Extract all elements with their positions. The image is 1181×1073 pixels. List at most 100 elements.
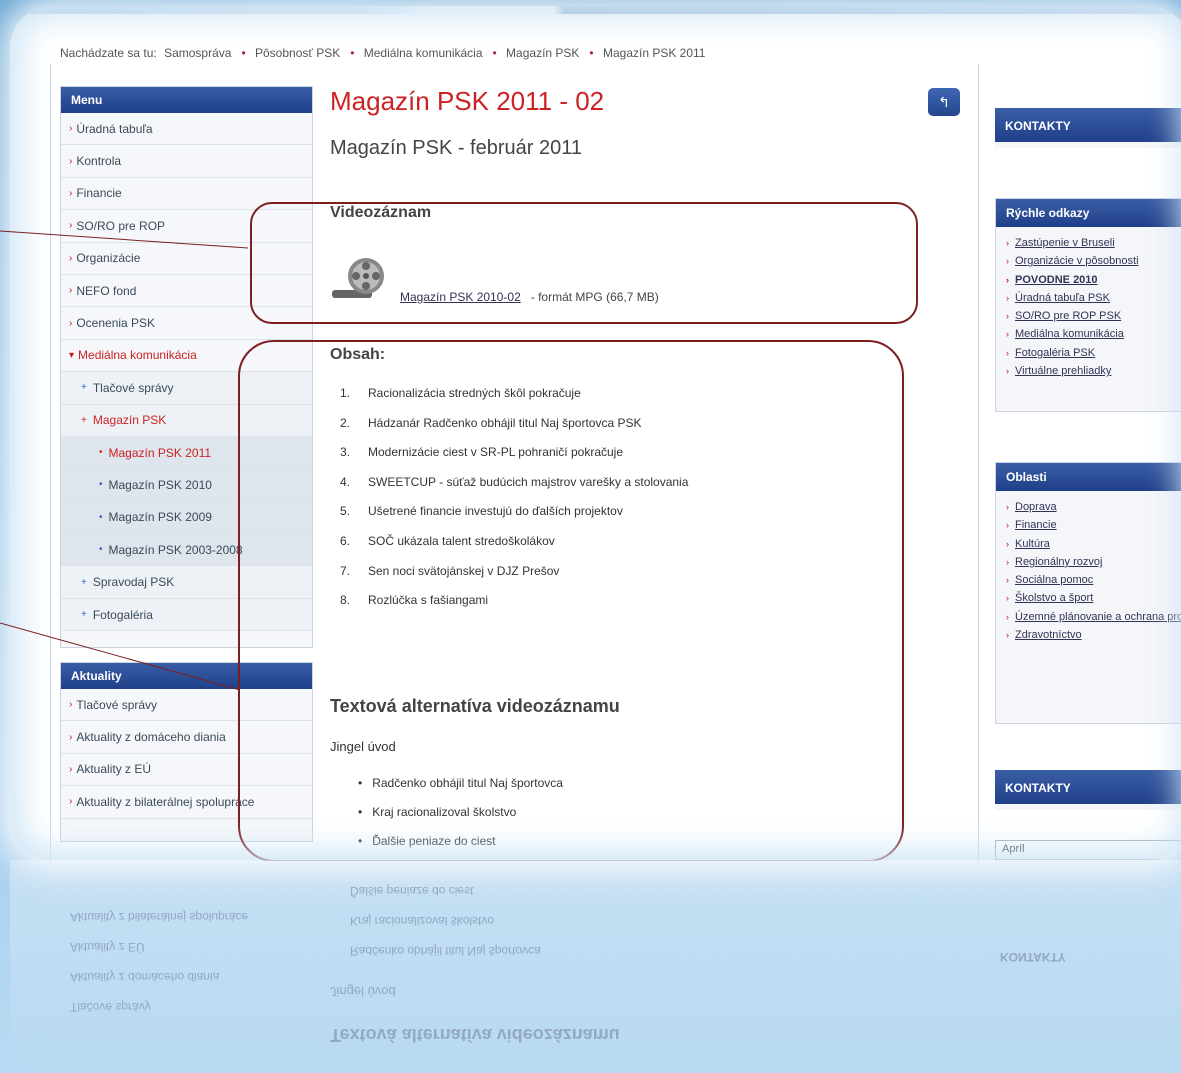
plus-icon: +: [81, 609, 87, 621]
chevron-right-icon: ›: [1006, 520, 1009, 531]
back-button[interactable]: ↰: [928, 88, 960, 116]
chevron-right-icon: ›: [1006, 366, 1009, 377]
reflection-text: Aktuality z EÚ: [70, 940, 145, 954]
reflection-text: Aktuality z domáceho diania: [70, 970, 220, 984]
reflection-text: KONTAKTY: [1000, 950, 1066, 964]
menu-item-label: Fotogaléria: [92, 607, 153, 622]
chevron-right-icon: ›: [69, 317, 73, 329]
plus-icon: +: [81, 414, 87, 426]
breadcrumb-prefix: Nachádzate sa tu:: [60, 46, 157, 60]
chevron-right-icon: ›: [69, 155, 73, 167]
menu-item-label: Organizácie: [76, 251, 141, 266]
breadcrumb-item[interactable]: Magazín PSK: [506, 46, 579, 60]
contacts2-title[interactable]: KONTAKTY: [995, 770, 1181, 804]
chevron-right-icon: ›: [1006, 502, 1009, 512]
menu-item-label: Magazín PSK 2009: [108, 510, 212, 525]
main-content: Magazín PSK 2011 - 02 Magazín PSK - febr…: [330, 86, 910, 160]
chevron-right-icon: ›: [1006, 329, 1009, 340]
area-link[interactable]: › Financie: [996, 519, 1181, 537]
plus-icon: +: [81, 576, 87, 588]
caret-down-icon: ▾: [69, 349, 75, 361]
chevron-right-icon: ›: [69, 123, 73, 135]
back-arrow-icon: ↰: [938, 94, 950, 110]
menu-item-label: Mediálna komunikácia: [78, 348, 197, 363]
menu-item-label: Financie: [76, 186, 122, 201]
chevron-right-icon: ›: [1006, 311, 1009, 322]
link-label: POVODNE 2010: [1015, 273, 1098, 286]
reflection-text: Tlačové správy: [70, 1000, 151, 1014]
link-label: Regionálny rozvoj: [1015, 555, 1103, 568]
chevron-right-icon: ›: [1006, 556, 1009, 567]
breadcrumb-item[interactable]: Pôsobnosť PSK: [255, 46, 340, 60]
link-label: Úradná tabuľa PSK: [1015, 291, 1110, 304]
reflection-text: Radčenko obhájil titul Naj športovca: [350, 944, 541, 958]
chevron-right-icon: ›: [1006, 347, 1009, 358]
chevron-right-icon: ›: [1006, 593, 1009, 604]
chevron-right-icon: ›: [1006, 575, 1009, 586]
quick-links-panel: Rýchle odkazy › Zastúpenie v Bruseli › Orga…: [995, 198, 1181, 412]
quick-link[interactable]: › Organizácie v pôsobnosti: [996, 255, 1181, 273]
plus-icon: +: [81, 382, 87, 394]
link-label: Organizácie v pôsobnosti: [1015, 255, 1139, 268]
menu-item-label: Tlačové správy: [92, 380, 174, 395]
reflection-text: Aktuality z bilaterálnej spolupráce: [70, 910, 249, 924]
area-link[interactable]: › Doprava: [996, 501, 1181, 519]
quick-link[interactable]: › Virtuálne prehliadky: [996, 365, 1181, 383]
chevron-right-icon: ›: [69, 187, 73, 199]
link-label: Kultúra: [1015, 537, 1050, 550]
area-link[interactable]: › Kultúra: [996, 538, 1181, 556]
menu-item[interactable]: › Kontrola: [61, 145, 312, 178]
areas-title: Oblasti: [996, 463, 1181, 491]
quick-link[interactable]: › SO/RO pre ROP PSK: [996, 310, 1181, 328]
area-link[interactable]: › Územné plánovanie a ochrana prostredia: [996, 611, 1181, 629]
chevron-right-icon: ›: [1006, 630, 1009, 641]
areas-panel: Oblasti › Doprava › Financie › Kultúra › Region…: [995, 462, 1181, 724]
news-item-label: Aktuality z bilaterálnej spolupráce: [76, 794, 255, 809]
chevron-right-icon: ›: [1006, 611, 1009, 622]
menu-item[interactable]: › Úradná tabuľa: [61, 113, 312, 146]
contacts-title[interactable]: KONTAKTY: [995, 108, 1181, 142]
bullet-icon: •: [99, 479, 103, 491]
quick-link[interactable]: › Mediálna komunikácia: [996, 328, 1181, 346]
menu-item-label: Úradná tabuľa: [76, 121, 153, 136]
chevron-right-icon: ›: [69, 763, 73, 775]
link-label: Školstvo a šport: [1015, 592, 1094, 605]
menu-item-label: Spravodaj PSK: [92, 575, 175, 590]
menu-item-label: SO/RO pre ROP: [76, 218, 166, 233]
quick-link[interactable]: › Úradná tabuľa PSK: [996, 292, 1181, 310]
contacts-panel: KONTAKTY: [995, 108, 1181, 148]
chevron-right-icon: ›: [69, 285, 73, 297]
link-label: Územné plánovanie a ochrana prostredia: [1015, 610, 1181, 623]
area-link[interactable]: › Sociálna pomoc: [996, 574, 1181, 592]
quick-link[interactable]: › Fotogaléria PSK: [996, 347, 1181, 365]
breadcrumb-item[interactable]: Samospráva: [164, 46, 231, 60]
quick-link[interactable]: › POVODNE 2010: [996, 274, 1181, 292]
screenshot-reflection: Aktuality z bilaterálnej spolupráce Aktu…: [10, 860, 1181, 1073]
news-item-label: Tlačové správy: [76, 697, 158, 712]
area-link[interactable]: › Regionálny rozvoj: [996, 556, 1181, 574]
area-link[interactable]: › Zdravotníctvo: [996, 629, 1181, 647]
browser-screenshot: Nachádzate sa tu: Samospráva • Pôsobnosť …: [10, 6, 1181, 861]
quick-links-list: › Zastúpenie v Bruseli › Organizácie v pôso…: [996, 227, 1181, 383]
chevron-right-icon: ›: [1006, 256, 1009, 267]
reflection-text: Jingel úvod: [330, 984, 396, 999]
divider: [50, 64, 51, 861]
chevron-right-icon: ›: [1006, 238, 1009, 248]
page-title: Magazín PSK 2011 - 02: [330, 86, 605, 116]
link-label: Fotogaléria PSK: [1015, 346, 1096, 359]
breadcrumb-item[interactable]: Mediálna komunikácia: [364, 46, 483, 60]
chevron-right-icon: ›: [69, 731, 73, 743]
month-select[interactable]: Apríl ⌄: [995, 840, 1181, 860]
chevron-right-icon: ›: [69, 796, 73, 808]
divider: [978, 64, 979, 861]
area-link[interactable]: › Školstvo a šport: [996, 592, 1181, 610]
link-label: Doprava: [1015, 501, 1057, 513]
menu-item-label: Magazín PSK 2010: [108, 477, 212, 492]
news-item-label: Aktuality z domáceho diania: [76, 730, 226, 745]
menu-item-label: Magazín PSK 2011: [108, 445, 212, 460]
quick-link[interactable]: › Zastúpenie v Bruseli: [996, 237, 1181, 255]
chevron-right-icon: ›: [1006, 274, 1009, 285]
bullet-icon: •: [99, 511, 103, 523]
reflection-text: Ďalšie peniaze do ciest: [350, 884, 474, 898]
contacts2-panel: KONTAKTY: [995, 770, 1181, 810]
